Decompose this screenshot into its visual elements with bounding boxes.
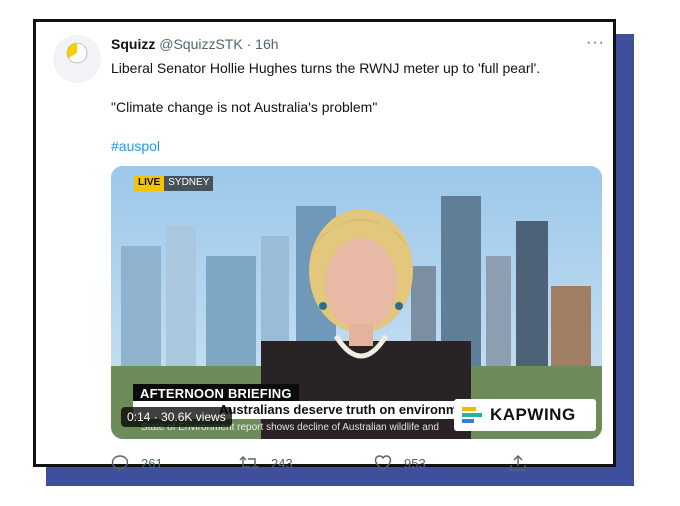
retweet-button[interactable]: 243 — [239, 454, 293, 472]
reply-count: 261 — [141, 455, 163, 471]
kapwing-logo-icon — [462, 407, 482, 423]
reply-button[interactable]: 261 — [111, 454, 163, 472]
video-headline: Australians deserve truth on environment — [219, 402, 477, 417]
hashtag-link[interactable]: #auspol — [111, 138, 160, 154]
live-badge: LIVE SYDNEY — [134, 176, 214, 191]
more-options-icon[interactable]: ··· — [586, 34, 605, 52]
timestamp[interactable]: 16h — [255, 36, 278, 52]
share-button[interactable] — [509, 454, 539, 472]
retweet-icon — [239, 456, 259, 470]
city-label: SYDNEY — [164, 176, 214, 191]
reply-icon — [111, 455, 129, 472]
live-label: LIVE — [134, 176, 165, 191]
kapwing-watermark: KAPWING — [454, 399, 596, 431]
display-name[interactable]: Squizz — [111, 36, 155, 52]
like-count: 953 — [404, 455, 426, 471]
like-button[interactable]: 953 — [374, 454, 426, 472]
video-player[interactable]: LIVE SYDNEY AFTERNOON BRIEFING Australia… — [111, 166, 602, 439]
separator: · — [246, 36, 252, 52]
avatar-pie-icon — [66, 42, 88, 64]
watermark-text: KAPWING — [490, 405, 576, 424]
avatar[interactable] — [53, 35, 101, 83]
user-handle[interactable]: @SquizzSTK — [159, 36, 242, 52]
heart-icon — [374, 455, 392, 471]
action-bar: 261 243 953 — [111, 454, 531, 474]
tweet-text-line2: "Climate change is not Australia's probl… — [111, 99, 378, 115]
duration-views-badge: 0:14 · 30.6K views — [121, 407, 232, 427]
tweet-header: Squizz @SquizzSTK · 16h — [111, 36, 279, 52]
share-icon — [510, 455, 526, 471]
tweet-card[interactable]: Squizz @SquizzSTK · 16h ··· Liberal Sena… — [33, 19, 616, 472]
tweet-text-line1: Liberal Senator Hollie Hughes turns the … — [111, 60, 541, 76]
retweet-count: 243 — [271, 455, 293, 471]
